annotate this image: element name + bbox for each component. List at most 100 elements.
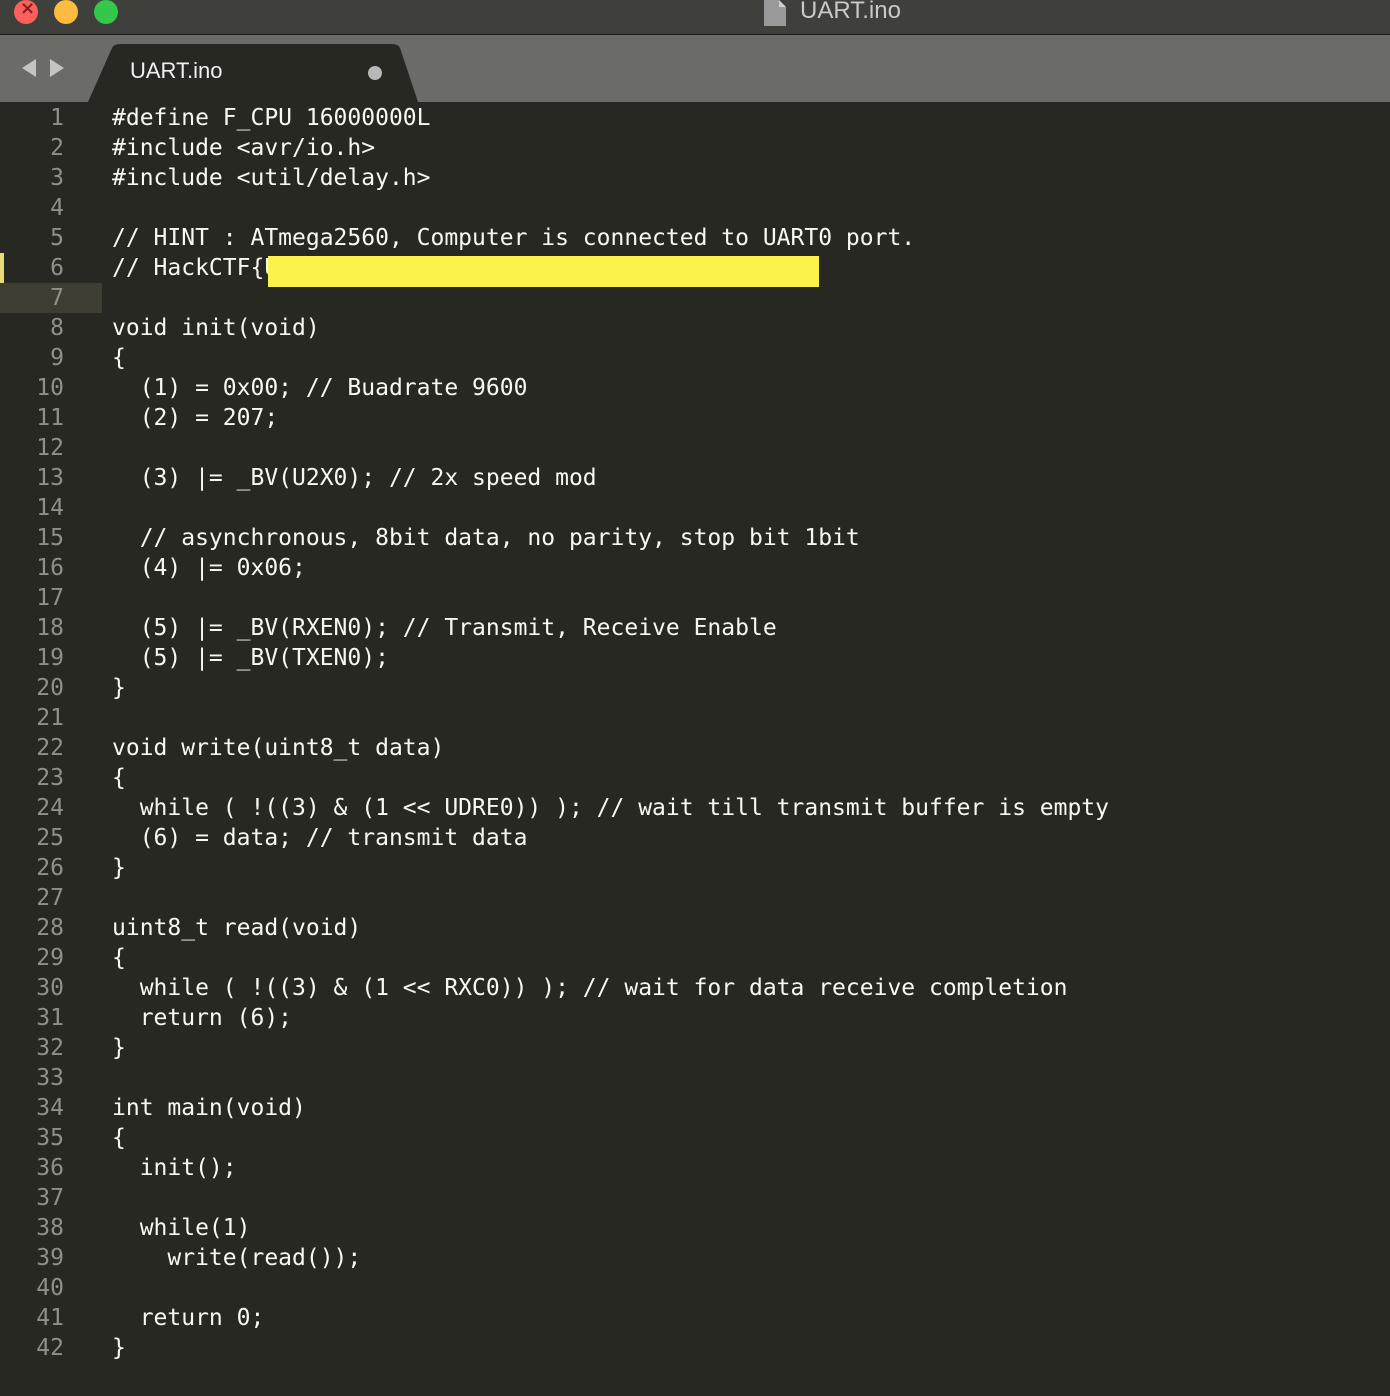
line-number: 28 (36, 915, 64, 941)
code-line[interactable]: // asynchronous, 8bit data, no parity, s… (112, 523, 1109, 553)
line-number: 41 (36, 1305, 64, 1331)
tab-left-arrow-icon[interactable] (22, 59, 36, 77)
document-icon (764, 0, 786, 26)
code-line[interactable]: { (112, 343, 1109, 373)
line-number: 26 (36, 855, 64, 881)
code-line[interactable] (112, 583, 1109, 613)
minimize-window-button[interactable] (54, 0, 78, 24)
line-number: 36 (36, 1155, 64, 1181)
line-change-marker (0, 253, 4, 283)
line-number: 39 (36, 1245, 64, 1271)
line-number: 3 (50, 165, 64, 191)
code-line[interactable]: uint8_t read(void) (112, 913, 1109, 943)
code-line[interactable]: { (112, 943, 1109, 973)
code-line[interactable]: (3) |= _BV(U2X0); // 2x speed mod (112, 463, 1109, 493)
line-number: 2 (50, 135, 64, 161)
code-line[interactable]: while ( !((3) & (1 << UDRE0)) ); // wait… (112, 793, 1109, 823)
code-line[interactable]: (4) |= 0x06; (112, 553, 1109, 583)
line-number: 21 (36, 705, 64, 731)
redaction-highlight (268, 256, 819, 287)
code-line[interactable]: return 0; (112, 1303, 1109, 1333)
code-line[interactable]: { (112, 763, 1109, 793)
line-number: 31 (36, 1005, 64, 1031)
line-number: 19 (36, 645, 64, 671)
code-line[interactable]: } (112, 1333, 1109, 1363)
line-numbers: 1 2 3 4 5 6 7 8 9 10 11 12 13 14 15 16 17 18 19 20 21 22 23 24 2… (6, 103, 64, 1363)
line-number: 24 (36, 795, 64, 821)
line-number: 10 (36, 375, 64, 401)
code-line[interactable]: #include <avr/io.h> (112, 133, 1109, 163)
line-number: 1 (50, 105, 64, 131)
tab-label: UART.ino (130, 58, 223, 83)
line-number: 8 (50, 315, 64, 341)
code-line[interactable] (112, 283, 1109, 313)
code-line[interactable]: // HINT : ATmega2560, Computer is connec… (112, 223, 1109, 253)
line-number: 11 (36, 405, 64, 431)
line-number: 9 (50, 345, 64, 371)
code-line[interactable]: } (112, 673, 1109, 703)
code-line[interactable]: init(); (112, 1153, 1109, 1183)
line-number: 22 (36, 735, 64, 761)
line-number: 40 (36, 1275, 64, 1301)
line-number: 12 (36, 435, 64, 461)
code-line[interactable]: return (6); (112, 1003, 1109, 1033)
tab-navigation (22, 59, 64, 77)
code-line[interactable]: { (112, 1123, 1109, 1153)
code-line[interactable] (112, 1063, 1109, 1093)
tab-right-arrow-icon[interactable] (50, 59, 64, 77)
code-line[interactable]: #define F_CPU 16000000L (112, 103, 1109, 133)
code-line[interactable] (112, 703, 1109, 733)
code-line[interactable]: (2) = 207; (112, 403, 1109, 433)
unsaved-dot-icon[interactable] (368, 66, 382, 80)
line-number: 20 (36, 675, 64, 701)
line-number: 29 (36, 945, 64, 971)
line-number: 42 (36, 1335, 64, 1361)
line-number: 34 (36, 1095, 64, 1121)
zoom-window-button[interactable] (94, 0, 118, 24)
line-number: 16 (36, 555, 64, 581)
line-number: 38 (36, 1215, 64, 1241)
code-line[interactable]: } (112, 1033, 1109, 1063)
code-line[interactable]: } (112, 853, 1109, 883)
line-number: 33 (36, 1065, 64, 1091)
line-number: 25 (36, 825, 64, 851)
code-line[interactable] (112, 433, 1109, 463)
line-number: 32 (36, 1035, 64, 1061)
code-line[interactable] (112, 883, 1109, 913)
code-editor[interactable]: 1 2 3 4 5 6 7 8 9 10 11 12 13 14 15 16 17 18 19 20 21 22 23 24 2… (0, 102, 1390, 1396)
line-number: 23 (36, 765, 64, 791)
line-number: 15 (36, 525, 64, 551)
line-number: 37 (36, 1185, 64, 1211)
line-number: 6 (50, 255, 64, 281)
code-line[interactable]: (5) |= _BV(TXEN0); (112, 643, 1109, 673)
line-number: 27 (36, 885, 64, 911)
code-line[interactable]: (1) = 0x00; // Buadrate 9600 (112, 373, 1109, 403)
code-line[interactable] (112, 193, 1109, 223)
code-line[interactable] (112, 1183, 1109, 1213)
code-text[interactable]: #define F_CPU 16000000L #include <avr/io.… (112, 103, 1109, 1363)
close-window-button[interactable] (14, 0, 38, 24)
code-line[interactable]: (6) = data; // transmit data (112, 823, 1109, 853)
code-line[interactable]: while(1) (112, 1213, 1109, 1243)
line-number: 35 (36, 1125, 64, 1151)
code-line[interactable]: #include <util/delay.h> (112, 163, 1109, 193)
code-line[interactable]: (5) |= _BV(RXEN0); // Transmit, Receive … (112, 613, 1109, 643)
line-number: 17 (36, 585, 64, 611)
code-line[interactable]: while ( !((3) & (1 << RXC0)) ); // wait … (112, 973, 1109, 1003)
line-number: 4 (50, 195, 64, 221)
title-bar: UART.ino (0, 0, 1390, 35)
code-line[interactable] (112, 493, 1109, 523)
code-line[interactable] (112, 1273, 1109, 1303)
window-title: UART.ino (800, 0, 901, 24)
line-number: 13 (36, 465, 64, 491)
line-number: 30 (36, 975, 64, 1001)
tab-uart-ino[interactable]: UART.ino (88, 44, 418, 102)
code-line[interactable]: write(read()); (112, 1243, 1109, 1273)
line-number: 18 (36, 615, 64, 641)
line-number: 5 (50, 225, 64, 251)
code-line[interactable]: int main(void) (112, 1093, 1109, 1123)
code-line[interactable]: void write(uint8_t data) (112, 733, 1109, 763)
line-number: 14 (36, 495, 64, 521)
line-number: 7 (50, 285, 64, 311)
code-line[interactable]: void init(void) (112, 313, 1109, 343)
